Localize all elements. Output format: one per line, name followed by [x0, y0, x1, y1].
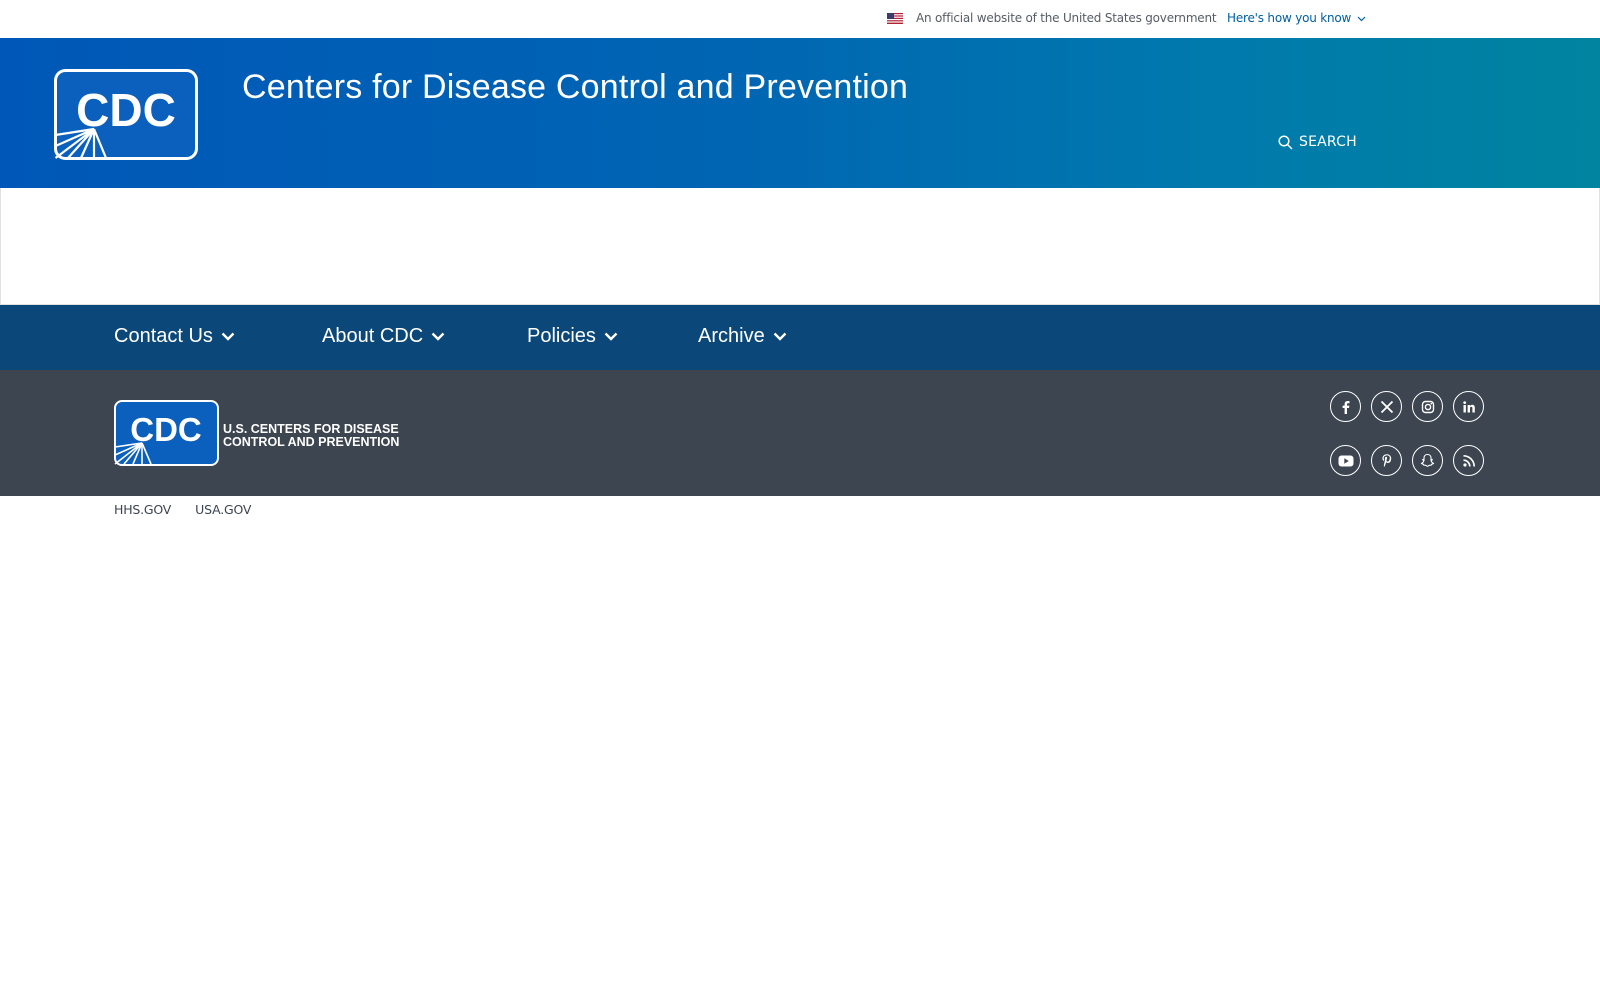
- content-area: [0, 188, 1600, 305]
- site-title[interactable]: Centers for Disease Control and Preventi…: [242, 68, 908, 107]
- pinterest-icon: [1381, 454, 1391, 467]
- cdc-logo[interactable]: CDC: [54, 69, 198, 160]
- linkedin-link[interactable]: [1453, 391, 1484, 422]
- chevron-down-icon: [221, 332, 235, 341]
- footer-nav-label: Policies: [527, 325, 596, 347]
- rss-link[interactable]: [1453, 445, 1484, 476]
- rss-icon: [1462, 454, 1475, 467]
- footer-nav-label: About CDC: [322, 325, 424, 347]
- snapchat-link[interactable]: [1412, 445, 1443, 476]
- search-button[interactable]: SEARCH: [1278, 134, 1357, 150]
- chevron-down-icon: [604, 332, 618, 341]
- site-header: CDC Centers for Disease Control and Prev…: [0, 38, 1600, 188]
- youtube-link[interactable]: [1330, 445, 1361, 476]
- youtube-icon: [1338, 455, 1353, 466]
- usa-gov-link[interactable]: USA.GOV: [195, 502, 251, 517]
- footer: CDC U.S. CENTERS FOR DISEASE CONTROL AND…: [0, 370, 1600, 496]
- x-link[interactable]: [1371, 391, 1402, 422]
- heres-how-you-know-button[interactable]: Here's how you know: [1227, 11, 1366, 25]
- footer-logo-line2: CONTROL AND PREVENTION: [223, 435, 399, 449]
- facebook-link[interactable]: [1330, 391, 1361, 422]
- instagram-link[interactable]: [1412, 391, 1443, 422]
- snapchat-icon: [1420, 453, 1435, 467]
- gov-banner: An official website of the United States…: [0, 0, 1600, 38]
- footer-logo-text: CDC: [130, 411, 202, 448]
- x-icon: [1380, 400, 1393, 413]
- footer-nav-policies[interactable]: Policies: [527, 325, 618, 348]
- chevron-down-icon: [431, 332, 445, 341]
- us-flag-icon: [887, 13, 903, 24]
- pinterest-link[interactable]: [1371, 445, 1402, 476]
- official-website-text: An official website of the United States…: [916, 11, 1217, 25]
- facebook-icon: [1342, 400, 1349, 414]
- linkedin-icon: [1462, 400, 1475, 412]
- heres-how-you-know-label: Here's how you know: [1227, 11, 1352, 25]
- footer-logo-line1: U.S. CENTERS FOR DISEASE: [223, 422, 399, 436]
- footer-nav-about-cdc[interactable]: About CDC: [322, 325, 445, 348]
- footer-nav-label: Contact Us: [114, 325, 213, 347]
- footer-nav: Contact Us About CDC Policies Archive: [0, 305, 1600, 370]
- chevron-down-icon: [1357, 16, 1366, 21]
- cdc-logo-text: CDC: [76, 84, 176, 136]
- instagram-icon: [1421, 400, 1434, 413]
- footer-nav-label: Archive: [698, 325, 765, 347]
- chevron-down-icon: [773, 332, 787, 341]
- search-icon: [1278, 134, 1293, 150]
- search-label: SEARCH: [1299, 134, 1357, 150]
- bottom-links: HHS.GOV USA.GOV: [114, 502, 251, 517]
- footer-nav-archive[interactable]: Archive: [698, 325, 787, 348]
- cdc-footer-logo[interactable]: CDC U.S. CENTERS FOR DISEASE CONTROL AND…: [114, 400, 404, 466]
- footer-nav-contact-us[interactable]: Contact Us: [114, 325, 235, 348]
- hhs-gov-link[interactable]: HHS.GOV: [114, 502, 171, 517]
